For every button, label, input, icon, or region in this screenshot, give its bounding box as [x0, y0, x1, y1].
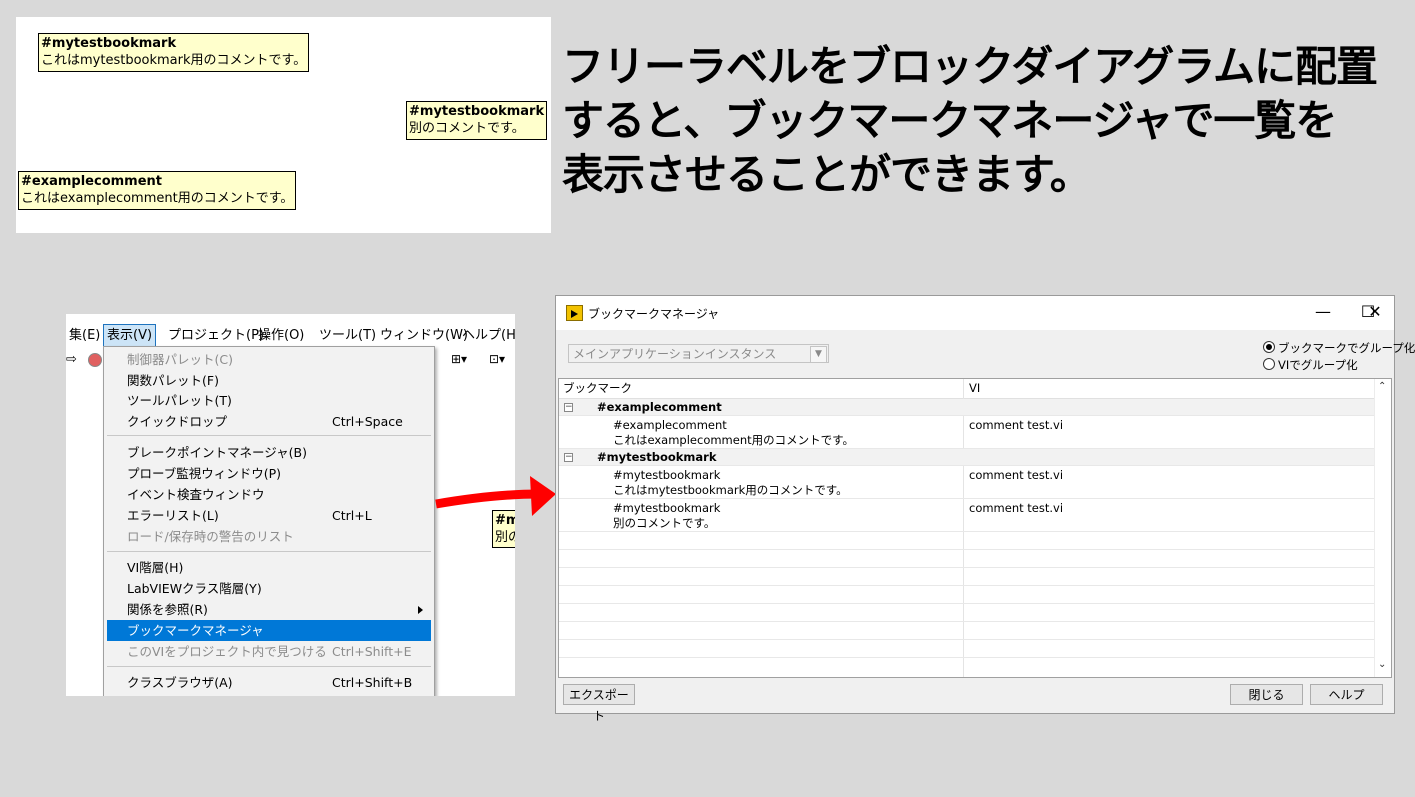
bookmark-table: ブックマーク VI − #examplecomment #examplecomm…	[558, 378, 1392, 678]
entry-tag: #mytestbookmark	[613, 468, 721, 482]
empty-row	[559, 622, 1374, 640]
help-button[interactable]: ヘルプ	[1310, 684, 1383, 705]
radio-selected-icon	[1263, 341, 1275, 353]
menu-item-browse-relationships[interactable]: 関係を参照(R)	[107, 599, 431, 620]
collapse-icon[interactable]: −	[564, 453, 573, 462]
export-button[interactable]: エクスポート	[563, 684, 635, 723]
entry-vi: comment test.vi	[969, 501, 1064, 515]
combo-value: メインアプリケーションインスタンス	[573, 347, 777, 361]
align-icon[interactable]: ⊞▾	[451, 352, 467, 366]
vertical-scrollbar[interactable]: ⌃ ⌄	[1374, 379, 1391, 677]
distribute-icon[interactable]: ⊡▾	[489, 352, 505, 366]
table-header: ブックマーク VI	[559, 379, 1374, 399]
entry-vi: comment test.vi	[969, 468, 1064, 482]
menu-separator	[107, 666, 431, 667]
run-arrow-icon[interactable]: ⇨	[66, 352, 77, 367]
free-label-examplecomment[interactable]: #examplecomment これはexamplecomment用のコメントで…	[18, 171, 297, 210]
menu-item-event-inspector[interactable]: イベント検査ウィンドウ	[107, 484, 431, 505]
empty-row	[559, 550, 1374, 568]
empty-row	[559, 640, 1374, 658]
label-comment: 別の	[495, 530, 515, 545]
menu-item-error-list[interactable]: エラーリスト(L) Ctrl+L	[107, 505, 431, 526]
close-window-button[interactable]: ✕	[1360, 302, 1390, 322]
menu-view[interactable]: 表示(V)	[102, 324, 157, 348]
label-comment: これはmytestbookmark用のコメントです。	[41, 53, 307, 68]
heading-line: 表示させることができます。	[562, 150, 1092, 199]
application-instance-combo[interactable]: メインアプリケーションインスタンス ▼	[568, 344, 829, 363]
menu-item-vi-hierarchy[interactable]: VI階層(H)	[107, 557, 431, 578]
group-name: #mytestbookmark	[597, 450, 717, 464]
explanation-heading: フリーラベルをブロックダイアグラムに配置 すると、ブックマークマネージャで一覧を…	[562, 40, 1412, 202]
table-row[interactable]: #examplecomment これはexamplecomment用のコメントで…	[559, 416, 1374, 449]
entry-comment: これはexamplecomment用のコメントです。	[613, 433, 854, 447]
label-comment: 別のコメントです。	[409, 121, 525, 136]
radio-unselected-icon	[1263, 358, 1275, 370]
table-row-group[interactable]: − #mytestbookmark	[559, 449, 1374, 466]
menu-project[interactable]: プロジェクト(P)	[165, 325, 267, 347]
table-row[interactable]: #mytestbookmark 別のコメントです。 comment test.v…	[559, 499, 1374, 532]
free-label-mytestbookmark-2[interactable]: #mytestbookmark 別のコメントです。	[406, 101, 548, 140]
menu-separator	[107, 551, 431, 552]
block-diagram-labels-panel: #mytestbookmark これはmytestbookmark用のコメントで…	[16, 17, 551, 233]
heading-line: すると、ブックマークマネージャで一覧を	[562, 96, 1337, 145]
entry-tag: #examplecomment	[613, 418, 727, 432]
menu-window[interactable]: ウィンドウ(W)	[377, 325, 471, 347]
heading-line: フリーラベルをブロックダイアグラムに配置	[562, 42, 1378, 91]
menu-item-probe-watch-window[interactable]: プローブ監視ウィンドウ(P)	[107, 463, 431, 484]
menu-item-breakpoint-manager[interactable]: ブレークポイントマネージャ(B)	[107, 442, 431, 463]
empty-row	[559, 586, 1374, 604]
label-tag: #mytestbookmark	[409, 104, 545, 119]
table-row-group[interactable]: − #examplecomment	[559, 399, 1374, 416]
menu-item-quick-drop[interactable]: クイックドロップ Ctrl+Space	[107, 411, 431, 432]
radio-group-by-bookmark[interactable]: ブックマークでグループ化	[1263, 340, 1415, 356]
empty-row	[559, 604, 1374, 622]
menu-item-bookmark-manager[interactable]: ブックマークマネージャ	[107, 620, 431, 641]
menubar: 集(E) 表示(V) プロジェクト(P) 操作(O) ツール(T) ウィンドウ(…	[66, 324, 515, 348]
entry-comment: 別のコメントです。	[613, 516, 716, 530]
group-name: #examplecomment	[597, 400, 722, 414]
menu-tools[interactable]: ツール(T)	[316, 325, 379, 347]
table-row[interactable]: #mytestbookmark これはmytestbookmark用のコメントで…	[559, 466, 1374, 499]
menu-item-find-in-project: このVIをプロジェクト内で見つける Ctrl+Shift+E	[127, 644, 412, 659]
labview-app-icon	[566, 305, 583, 321]
red-arrow-icon	[435, 476, 556, 516]
collapse-icon[interactable]: −	[564, 403, 573, 412]
label-tag: #mytestbookmark	[41, 36, 177, 51]
menu-item-tools-palette[interactable]: ツールパレット(T)	[107, 390, 431, 411]
menu-item-controls-palette: 制御器パレット(C)	[127, 352, 233, 367]
submenu-arrow-icon	[418, 606, 423, 614]
radio-group-by-vi[interactable]: VIでグループ化	[1263, 357, 1358, 373]
chevron-down-icon[interactable]: ▼	[810, 346, 827, 363]
window-title: ブックマークマネージャ	[588, 307, 720, 321]
window-titlebar: ブックマークマネージャ — ☐ ✕	[556, 296, 1394, 330]
menu-item-class-hierarchy[interactable]: LabVIEWクラス階層(Y)	[107, 578, 431, 599]
close-button[interactable]: 閉じる	[1230, 684, 1303, 705]
view-dropdown-menu: 制御器パレット(C) 関数パレット(F) ツールパレット(T) クイックドロップ…	[103, 346, 435, 696]
abort-icon[interactable]	[88, 353, 102, 367]
bookmark-manager-window: ブックマークマネージャ — ☐ ✕ メインアプリケーションインスタンス ▼ ブッ…	[555, 295, 1415, 723]
scroll-up-icon[interactable]: ⌃	[1378, 381, 1386, 392]
menu-edit[interactable]: 集(E)	[66, 325, 103, 347]
entry-comment: これはmytestbookmark用のコメントです。	[613, 483, 848, 497]
menu-separator	[107, 435, 431, 436]
menu-operate[interactable]: 操作(O)	[255, 325, 307, 347]
empty-row	[559, 532, 1374, 550]
radio-label: VIでグループ化	[1278, 358, 1358, 372]
menu-help[interactable]: ヘルプ(H)	[459, 325, 515, 347]
scroll-down-icon[interactable]: ⌄	[1378, 659, 1386, 670]
menu-item-functions-palette[interactable]: 関数パレット(F)	[107, 370, 431, 391]
entry-tag: #mytestbookmark	[613, 501, 721, 515]
column-header-bookmark[interactable]: ブックマーク	[563, 379, 632, 398]
label-tag: #examplecomment	[21, 174, 163, 189]
radio-label: ブックマークでグループ化	[1278, 341, 1415, 355]
menu-item-load-save-warnings: ロード/保存時の警告のリスト	[127, 529, 294, 544]
label-comment: これはexamplecomment用のコメントです。	[21, 191, 294, 206]
empty-row	[559, 568, 1374, 586]
entry-vi: comment test.vi	[969, 418, 1064, 432]
free-label-mytestbookmark-1[interactable]: #mytestbookmark これはmytestbookmark用のコメントで…	[38, 33, 310, 72]
menu-item-class-browser[interactable]: クラスブラウザ(A) Ctrl+Shift+B	[107, 672, 431, 693]
column-header-vi[interactable]: VI	[969, 379, 980, 398]
